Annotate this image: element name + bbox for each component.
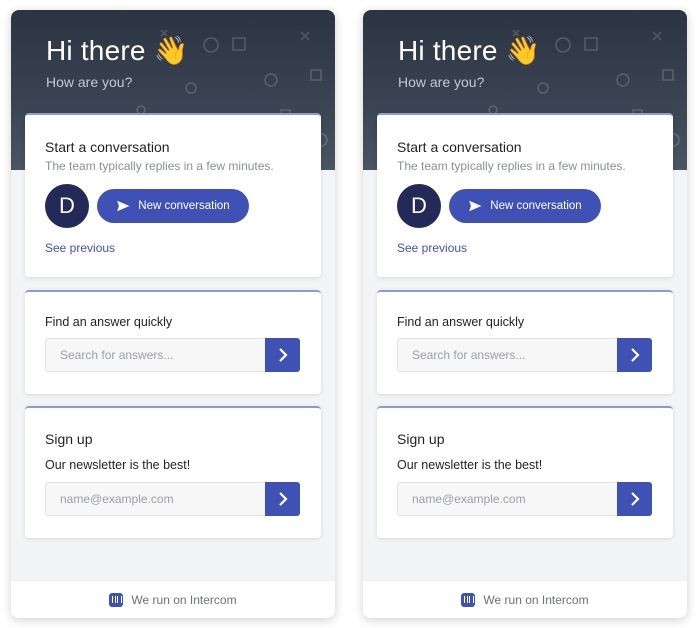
search-card: Find an answer quickly	[377, 290, 673, 394]
greeting-subtitle: How are you?	[46, 74, 133, 90]
search-submit-button[interactable]	[617, 338, 652, 372]
signup-submit-button[interactable]	[265, 482, 300, 516]
team-avatar: D	[45, 184, 89, 228]
waving-hand-icon: 👋	[505, 35, 541, 66]
reply-time-text: The team typically replies in a few minu…	[397, 159, 626, 173]
new-conversation-button[interactable]: New conversation	[97, 189, 249, 223]
signup-card-title: Sign up	[397, 431, 445, 447]
search-card: Find an answer quickly	[25, 290, 321, 394]
search-submit-button[interactable]	[265, 338, 300, 372]
paper-plane-icon	[469, 200, 482, 212]
greeting-text: Hi there	[398, 35, 498, 66]
reply-time-text: The team typically replies in a few minu…	[45, 159, 274, 173]
search-input[interactable]	[397, 338, 617, 372]
search-card-title: Find an answer quickly	[45, 315, 173, 329]
new-conversation-label: New conversation	[490, 200, 582, 212]
signup-card-title: Sign up	[45, 431, 93, 447]
greeting-subtitle: How are you?	[398, 74, 485, 90]
intercom-logo-icon	[461, 592, 476, 607]
see-previous-link[interactable]: See previous	[397, 241, 467, 255]
chevron-right-icon	[630, 348, 640, 362]
new-conversation-label: New conversation	[138, 200, 230, 212]
powered-by-footer[interactable]: We run on Intercom	[363, 580, 687, 618]
greeting-text: Hi there	[46, 35, 146, 66]
chevron-right-icon	[630, 492, 640, 506]
greeting-title: Hi there 👋	[398, 34, 541, 67]
conversation-card-title: Start a conversation	[45, 139, 170, 155]
signup-card: Sign up Our newsletter is the best!	[377, 406, 673, 538]
powered-by-text: We run on Intercom	[483, 592, 589, 607]
powered-by-footer[interactable]: We run on Intercom	[11, 580, 335, 618]
conversation-card: Start a conversation The team typically …	[377, 113, 673, 277]
chevron-right-icon	[278, 492, 288, 506]
powered-by-text: We run on Intercom	[131, 592, 237, 607]
signup-description: Our newsletter is the best!	[45, 458, 191, 472]
signup-submit-button[interactable]	[617, 482, 652, 516]
email-field[interactable]	[45, 482, 265, 516]
team-avatar: D	[397, 184, 441, 228]
see-previous-link[interactable]: See previous	[45, 241, 115, 255]
waving-hand-icon: 👋	[153, 35, 189, 66]
messenger-panel-left: Hi there 👋 How are you? Start a conversa…	[11, 10, 335, 618]
new-conversation-button[interactable]: New conversation	[449, 189, 601, 223]
search-input[interactable]	[45, 338, 265, 372]
intercom-logo-icon	[109, 592, 124, 607]
email-field[interactable]	[397, 482, 617, 516]
signup-card: Sign up Our newsletter is the best!	[25, 406, 321, 538]
chevron-right-icon	[278, 348, 288, 362]
messenger-panel-right: Hi there 👋 How are you? Start a conversa…	[363, 10, 687, 618]
search-card-title: Find an answer quickly	[397, 315, 525, 329]
conversation-card: Start a conversation The team typically …	[25, 113, 321, 277]
conversation-card-title: Start a conversation	[397, 139, 522, 155]
signup-description: Our newsletter is the best!	[397, 458, 543, 472]
greeting-title: Hi there 👋	[46, 34, 189, 67]
paper-plane-icon	[117, 200, 130, 212]
